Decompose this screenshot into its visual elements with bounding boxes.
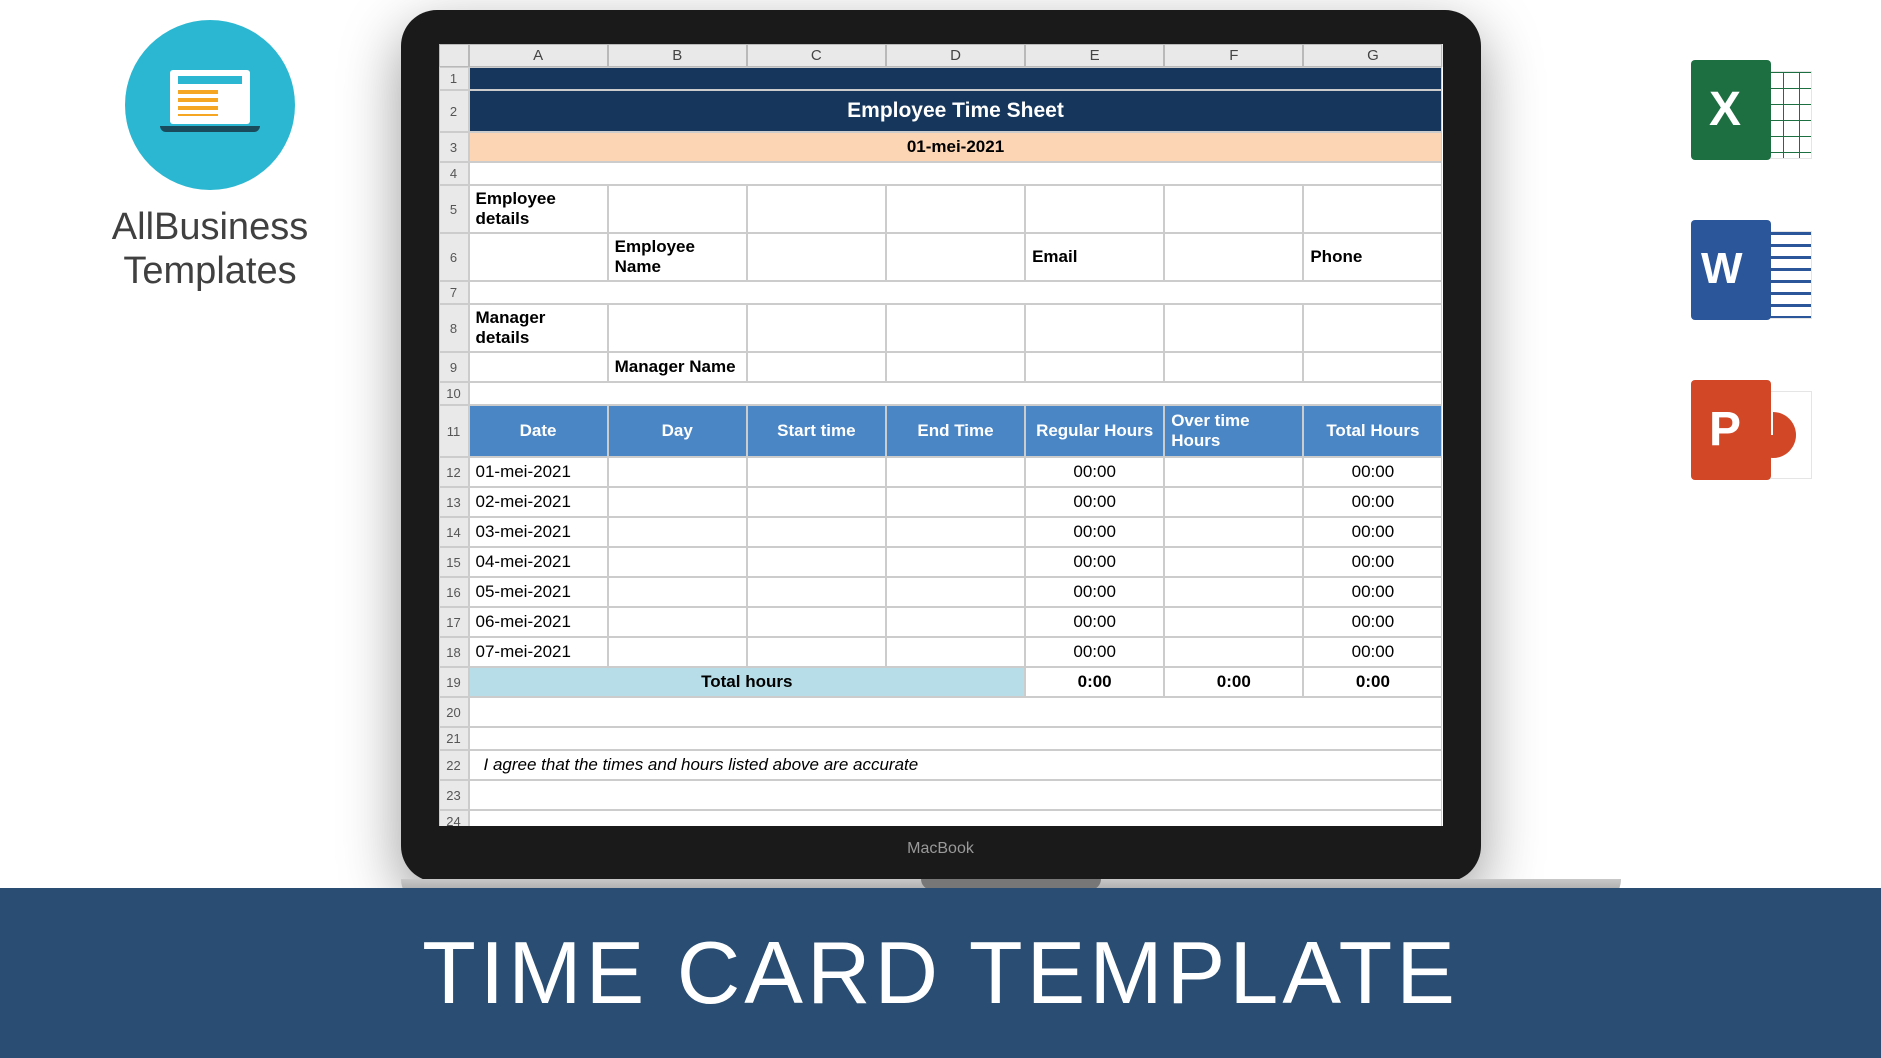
- cell-date: 07-mei-2021: [469, 637, 608, 667]
- header-day: Day: [608, 405, 747, 457]
- spreadsheet: A B C D E F G 1 2 Employee Tim: [439, 44, 1443, 826]
- col-a: A: [469, 44, 608, 67]
- template-title: TIME CARD TEMPLATE: [422, 922, 1459, 1024]
- file-format-icons: [1691, 60, 1811, 490]
- cell-date: 03-mei-2021: [469, 517, 608, 547]
- macbook-label: MacBook: [439, 826, 1443, 858]
- brand-logo-icon: [125, 20, 295, 190]
- col-d: D: [886, 44, 1025, 67]
- excel-icon: [1691, 60, 1811, 170]
- brand-logo-area: AllBusinessTemplates: [90, 20, 330, 293]
- grid-body: 1 2 Employee Time Sheet 3 01-mei-2021 4 …: [439, 67, 1443, 826]
- word-icon: [1691, 220, 1811, 330]
- total-regular: 0:00: [1025, 667, 1164, 697]
- total-all: 0:00: [1303, 667, 1442, 697]
- cell-date: 01-mei-2021: [469, 457, 608, 487]
- column-headers: A B C D E F G: [439, 44, 1443, 67]
- cell-date: 06-mei-2021: [469, 607, 608, 637]
- manager-details-label: Manager details: [469, 304, 608, 352]
- title-banner: TIME CARD TEMPLATE: [0, 888, 1881, 1058]
- col-c: C: [747, 44, 886, 67]
- total-overtime: 0:00: [1164, 667, 1303, 697]
- header-end: End Time: [886, 405, 1025, 457]
- powerpoint-icon: [1691, 380, 1811, 490]
- manager-name-label: Manager Name: [608, 352, 747, 382]
- email-label: Email: [1025, 233, 1164, 281]
- sheet-title: Employee Time Sheet: [469, 90, 1443, 132]
- employee-details-label: Employee details: [469, 185, 608, 233]
- col-b: B: [608, 44, 747, 67]
- col-f: F: [1164, 44, 1303, 67]
- header-regular: Regular Hours: [1025, 405, 1164, 457]
- cell-date: 04-mei-2021: [469, 547, 608, 577]
- total-hours-label: Total hours: [469, 667, 1026, 697]
- header-overtime: Over time Hours: [1164, 405, 1303, 457]
- cell-date: 02-mei-2021: [469, 487, 608, 517]
- col-g: G: [1303, 44, 1442, 67]
- period-date: 01-mei-2021: [469, 132, 1443, 162]
- laptop-mockup: A B C D E F G 1 2 Employee Tim: [401, 10, 1481, 905]
- header-total: Total Hours: [1303, 405, 1442, 457]
- phone-label: Phone: [1303, 233, 1442, 281]
- cell-date: 05-mei-2021: [469, 577, 608, 607]
- col-e: E: [1025, 44, 1164, 67]
- header-date: Date: [469, 405, 608, 457]
- agreement-text: I agree that the times and hours listed …: [469, 750, 1443, 780]
- employee-name-label: Employee Name: [608, 233, 747, 281]
- brand-name: AllBusinessTemplates: [90, 206, 330, 293]
- header-start: Start time: [747, 405, 886, 457]
